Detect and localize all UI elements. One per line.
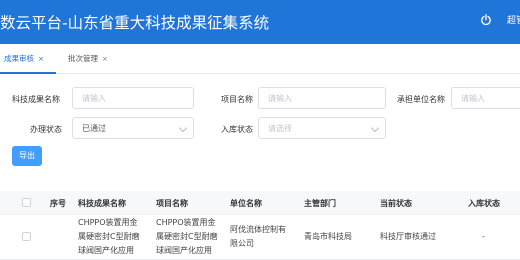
- tab-batch-management[interactable]: 批次管理 ×: [68, 53, 108, 64]
- column-header: 单位名称: [230, 199, 262, 208]
- cell-line: 球阀国产化应用: [78, 246, 134, 255]
- column-header: 序号: [50, 199, 66, 208]
- cell-line: CHPPO装置用金: [78, 218, 138, 227]
- user-name[interactable]: 超管: [507, 13, 520, 26]
- tab-achievement-review[interactable]: 成果审核 ×: [4, 53, 44, 64]
- project-name-input[interactable]: 请输入: [258, 87, 386, 109]
- app-header: 数云平台-山东省重大科技成果征集系统 超管: [0, 0, 520, 44]
- app-title: 数云平台-山东省重大科技成果征集系统: [0, 14, 270, 32]
- cell-line: 属硬密封C型耐磨: [78, 232, 140, 241]
- cell-line: 阿伐流体控制有: [230, 225, 286, 234]
- table-row[interactable]: CHPPO装置用金 属硬密封C型耐磨 球阀国产化应用 CHPPO装置用金 属硬密…: [0, 215, 520, 260]
- chevron-down-icon: [178, 123, 188, 133]
- unit-name-cell: 阿伐流体控制有 限公司: [230, 223, 286, 251]
- tab-bar: 成果审核 × 批次管理 ×: [0, 44, 520, 74]
- row-checkbox[interactable]: [22, 232, 31, 241]
- project-name-label: 项目名称: [221, 95, 253, 104]
- column-header: 当前状态: [380, 199, 412, 208]
- status-label: 办理状态: [30, 125, 62, 134]
- cell-line: CHPPO装置用金: [156, 218, 216, 227]
- table-header: 序号 科技成果名称 项目名称 单位名称 主管部门 当前状态 入库状态: [0, 191, 520, 215]
- storage-status-select[interactable]: 请选择: [258, 117, 386, 139]
- column-header: 项目名称: [156, 199, 188, 208]
- storage-status-placeholder: 请选择: [268, 124, 292, 133]
- export-button[interactable]: 导出: [12, 146, 42, 166]
- column-header: 主管部门: [304, 199, 336, 208]
- undertaking-unit-input[interactable]: 请输入: [451, 87, 520, 109]
- storage-status-label: 入库状态: [221, 125, 253, 134]
- achievement-name-cell: CHPPO装置用金 属硬密封C型耐磨 球阀国产化应用: [78, 216, 140, 258]
- column-header: 科技成果名称: [78, 199, 126, 208]
- close-icon[interactable]: ×: [38, 55, 44, 63]
- status-select[interactable]: 已通过: [72, 117, 194, 139]
- select-all-checkbox[interactable]: [22, 198, 31, 207]
- active-tab-indicator: [0, 72, 56, 74]
- tab-label: 批次管理: [68, 54, 98, 63]
- achievement-name-input[interactable]: 请输入: [72, 87, 194, 109]
- undertaking-unit-label: 承担单位名称: [397, 95, 445, 104]
- cell-line: 限公司: [230, 239, 254, 248]
- status-value: 已通过: [82, 124, 106, 133]
- department-cell: 青岛市科技局: [304, 232, 352, 241]
- cell-line: 球阀国产化应用: [156, 246, 212, 255]
- power-icon[interactable]: [480, 14, 492, 26]
- tab-label: 成果审核: [4, 54, 34, 63]
- close-icon[interactable]: ×: [102, 55, 108, 63]
- chevron-down-icon: [370, 123, 380, 133]
- storage-status-cell: -: [482, 232, 485, 241]
- column-header: 入库状态: [468, 199, 500, 208]
- achievement-name-label: 科技成果名称: [12, 95, 60, 104]
- current-status-cell: 科技厅审核通过: [380, 232, 436, 241]
- cell-line: 属硬密封C型耐磨: [156, 232, 218, 241]
- project-name-cell: CHPPO装置用金 属硬密封C型耐磨 球阀国产化应用: [156, 216, 218, 258]
